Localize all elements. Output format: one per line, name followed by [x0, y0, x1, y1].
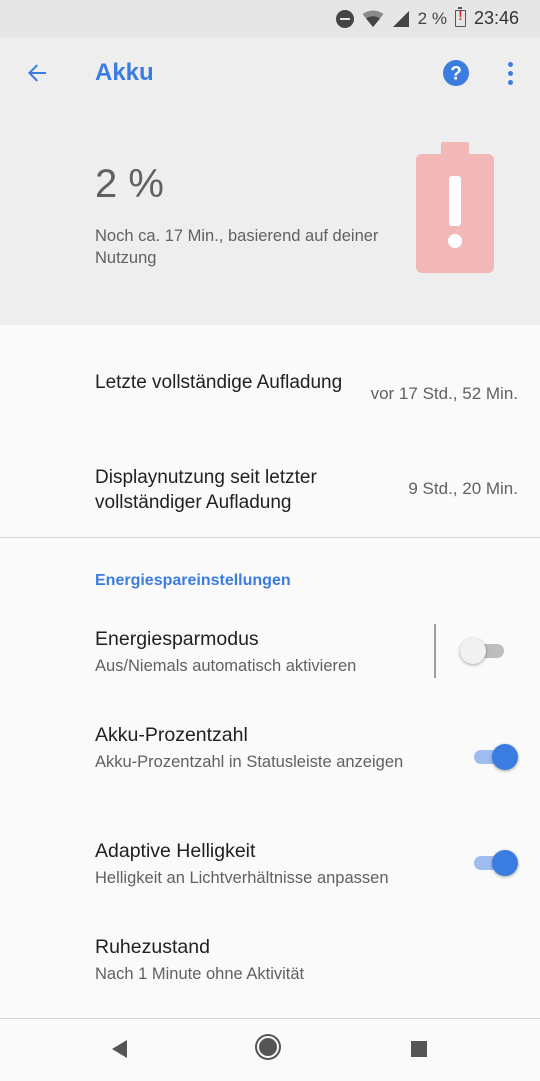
battery-percentage-toggle[interactable] [470, 742, 518, 772]
nav-recents-icon[interactable] [411, 1041, 427, 1057]
last-full-charge-label: Letzte vollständige Aufladung [95, 372, 343, 393]
more-options-button[interactable] [495, 55, 525, 91]
adaptive-brightness-toggle[interactable] [470, 848, 518, 878]
energy-saver-toggle[interactable] [460, 636, 508, 666]
app-bar: Akku ? [0, 37, 540, 112]
last-full-charge-value: vor 17 Std., 52 Min. [370, 384, 518, 403]
setting-subtitle: Akku-Prozentzahl in Statusleiste anzeige… [95, 753, 404, 771]
status-battery-percent: 2 % [417, 8, 447, 28]
setting-subtitle: Aus/Niemals automatisch aktivieren [95, 657, 357, 675]
setting-title: Ruhezustand [95, 936, 210, 958]
setting-title: Akku-Prozentzahl [95, 724, 248, 746]
section-heading-power-saving: Energiespareinstellungen [95, 572, 291, 589]
screen-usage-label: Displaynutzung seit letzter vollständige… [95, 467, 317, 513]
setting-sleep[interactable]: Ruhezustand Nach 1 Minute ohne Aktivität [0, 920, 540, 1000]
divider [0, 537, 540, 538]
setting-title: Energiesparmodus [95, 628, 259, 650]
setting-subtitle: Helligkeit an Lichtverhältnisse anpassen [95, 869, 389, 887]
battery-percent: 2 % [95, 162, 164, 206]
setting-subtitle: Nach 1 Minute ohne Aktivität [95, 965, 305, 983]
wifi-icon [362, 10, 384, 27]
cell-signal-icon [392, 10, 409, 27]
more-vert-icon [507, 61, 513, 67]
back-button[interactable] [16, 51, 58, 95]
battery-alert-large-icon [416, 142, 494, 273]
do-not-disturb-icon [335, 9, 354, 28]
nav-back-icon[interactable] [112, 1040, 127, 1058]
battery-remaining-text: Noch ca. 17 Min., basierend auf deiner N… [95, 227, 379, 267]
status-time: 23:46 [473, 8, 519, 28]
arrow-back-icon [28, 64, 46, 82]
setting-energy-saver[interactable]: Energiesparmodus Aus/Niemals automatisch… [0, 612, 540, 692]
nav-home-icon[interactable] [257, 1036, 279, 1058]
page-title: Akku [95, 59, 154, 86]
screen-usage-row: Displaynutzung seit letzter vollständige… [0, 465, 540, 515]
battery-usage-info: Letzte vollständige Aufladung vor 17 Std… [0, 325, 540, 537]
last-full-charge-row: Letzte vollständige Aufladung vor 17 Std… [0, 370, 540, 420]
screen-usage-value: 9 Std., 20 Min. [408, 479, 518, 498]
help-icon: ? [443, 60, 469, 86]
battery-header: Akku ? 2 % Noch ca. 17 Min., basierend a… [0, 37, 540, 325]
setting-title: Adaptive Helligkeit [95, 840, 256, 862]
battery-alert-icon [454, 7, 466, 27]
setting-adaptive-brightness[interactable]: Adaptive Helligkeit Helligkeit an Lichtv… [0, 824, 540, 904]
navigation-bar [0, 1018, 540, 1081]
help-button[interactable]: ? [438, 55, 474, 91]
vertical-divider [434, 624, 436, 678]
status-bar: 2 % 23:46 [0, 0, 540, 37]
svg-text:?: ? [450, 64, 462, 85]
setting-battery-percentage[interactable]: Akku-Prozentzahl Akku-Prozentzahl in Sta… [0, 708, 540, 808]
